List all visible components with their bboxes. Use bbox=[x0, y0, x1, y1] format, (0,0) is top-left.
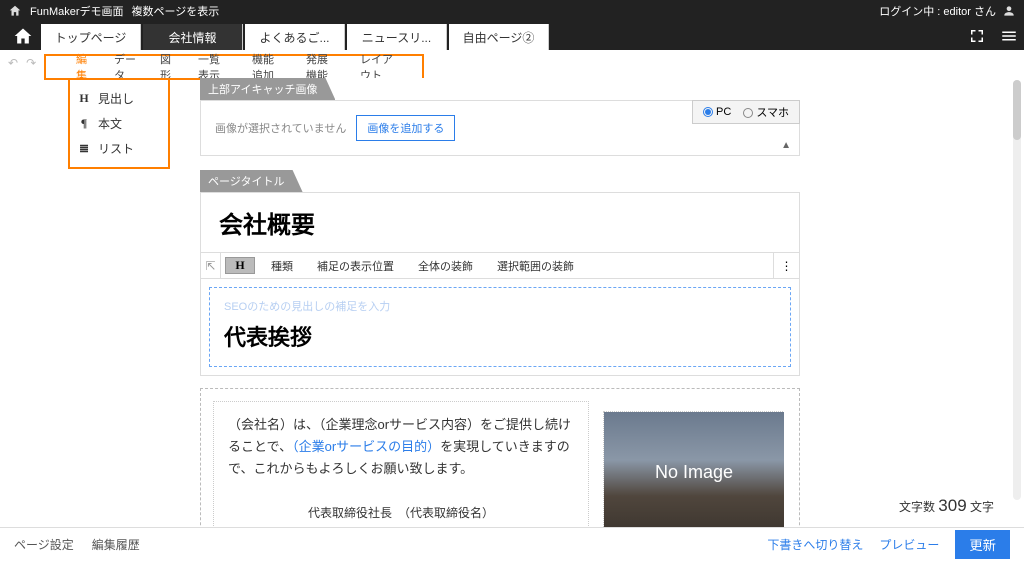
nav-row: トップページ 会社情報 よくあるご... ニュースリ... 自由ページ② bbox=[0, 22, 1024, 50]
radio-icon bbox=[703, 107, 713, 117]
device-pc-label: PC bbox=[716, 106, 731, 118]
app-subtitle: 複数ページを表示 bbox=[132, 3, 220, 19]
preview-button[interactable]: プレビュー bbox=[879, 536, 939, 553]
submenu: 編集 データ 図形 一覧表示 機能追加 発展機能 レイアウト bbox=[44, 54, 424, 80]
fullscreen-icon bbox=[968, 27, 986, 45]
body-block: （会社名）は、（企業理念orサービス内容）をご提供し続けることで、（企業orサー… bbox=[200, 388, 800, 527]
insert-label: リスト bbox=[98, 140, 134, 157]
bottom-bar: ページ設定 編集履歴 下書きへ切り替え プレビュー 更新 bbox=[0, 527, 1024, 561]
char-count: 文字数 309 文字 bbox=[899, 496, 994, 516]
heading-type-button[interactable]: H bbox=[225, 257, 255, 274]
body-footer: 代表取締役社長 （代表取締役名） bbox=[228, 480, 574, 521]
redo-button[interactable]: ↷ bbox=[26, 56, 36, 70]
tab-free-page[interactable]: 自由ページ② bbox=[449, 24, 549, 50]
topbar: FunMakerデモ画面 複数ページを表示 ログイン中 : editor さん bbox=[0, 0, 1024, 22]
no-image-text: No Image bbox=[655, 462, 733, 483]
image-box[interactable]: No Image デモ bbox=[603, 411, 783, 527]
tab-label: よくあるご... bbox=[259, 29, 329, 46]
heading-opt-overall[interactable]: 全体の装飾 bbox=[406, 253, 485, 278]
app-title: FunMakerデモ画面 bbox=[30, 3, 124, 19]
tab-top-page[interactable]: トップページ bbox=[41, 24, 141, 50]
insert-list[interactable]: ≣ リスト bbox=[78, 136, 160, 161]
heading-opt-selection[interactable]: 選択範囲の装飾 bbox=[485, 253, 586, 278]
eyecatch-title: 上部アイキャッチ画像 bbox=[200, 78, 335, 100]
heading-value[interactable]: 代表挨拶 bbox=[224, 320, 776, 352]
home-icon bbox=[13, 26, 33, 46]
page-title-label: ページタイトル bbox=[200, 170, 303, 192]
history-buttons: ↶ ↷ bbox=[8, 56, 36, 70]
device-sp[interactable]: スマホ bbox=[743, 104, 789, 120]
paragraph-icon: ¶ bbox=[78, 116, 90, 131]
menu-button[interactable] bbox=[1000, 27, 1018, 45]
undo-button[interactable]: ↶ bbox=[8, 56, 18, 70]
eyecatch-empty-text: 画像が選択されていません bbox=[215, 120, 346, 136]
tab-news[interactable]: ニュースリ... bbox=[347, 24, 447, 50]
collapse-caret-icon[interactable]: ▲ bbox=[781, 140, 791, 151]
radio-icon bbox=[743, 108, 753, 118]
tab-label: 自由ページ② bbox=[463, 29, 535, 46]
insert-body[interactable]: ¶ 本文 bbox=[78, 111, 160, 136]
page-title-value[interactable]: 会社概要 bbox=[219, 205, 781, 240]
char-count-value: 309 bbox=[938, 496, 966, 515]
home-button[interactable] bbox=[6, 22, 40, 50]
insert-heading[interactable]: H 見出し bbox=[78, 86, 160, 111]
tab-label: 会社情報 bbox=[168, 29, 216, 46]
page-title-panel: ページタイトル 会社概要 ⇱ H 種類 補足の表示位置 全体の装飾 選択範囲の装… bbox=[200, 170, 800, 527]
no-image-placeholder: No Image bbox=[604, 412, 784, 527]
heading-body[interactable]: SEOのための見出しの補足を入力 代表挨拶 bbox=[209, 287, 791, 367]
tab-faq[interactable]: よくあるご... bbox=[245, 24, 345, 50]
body-text[interactable]: （会社名）は、（企業理念orサービス内容）をご提供し続けることで、（企業orサー… bbox=[228, 414, 574, 480]
heading-block: ⇱ H 種類 補足の表示位置 全体の装飾 選択範囲の装飾 ⋮ SEOのための見出… bbox=[200, 253, 800, 376]
heading-more-button[interactable]: ⋮ bbox=[773, 253, 799, 278]
tab-label: ニュースリ... bbox=[362, 29, 431, 46]
home-mini-icon bbox=[8, 4, 22, 18]
device-toggle: PC スマホ bbox=[692, 100, 800, 124]
page-tabs: トップページ 会社情報 よくあるご... ニュースリ... 自由ページ② bbox=[40, 22, 550, 50]
hamburger-icon bbox=[1000, 27, 1018, 45]
list-icon: ≣ bbox=[78, 141, 90, 156]
seo-hint-placeholder: SEOのための見出しの補足を入力 bbox=[224, 298, 776, 314]
insert-label: 見出し bbox=[98, 90, 134, 107]
device-sp-label: スマホ bbox=[756, 107, 789, 119]
body-text-container[interactable]: （会社名）は、（企業理念orサービス内容）をご提供し続けることで、（企業orサー… bbox=[213, 401, 589, 527]
heading-opt-kind[interactable]: 種類 bbox=[259, 253, 305, 278]
scroll-thumb[interactable] bbox=[1013, 80, 1021, 140]
fullscreen-button[interactable] bbox=[968, 27, 986, 45]
switch-draft-button[interactable]: 下書きへ切り替え bbox=[767, 536, 863, 553]
add-image-button[interactable]: 画像を追加する bbox=[356, 115, 455, 141]
heading-opt-subpos[interactable]: 補足の表示位置 bbox=[305, 253, 406, 278]
insert-panel: H 見出し ¶ 本文 ≣ リスト bbox=[68, 78, 170, 169]
tab-label: トップページ bbox=[55, 29, 127, 46]
goto-up-icon[interactable]: ⇱ bbox=[201, 253, 221, 278]
scrollbar[interactable] bbox=[1013, 80, 1021, 500]
body-text-link[interactable]: （企業orサービスの目的） bbox=[292, 439, 440, 454]
update-button[interactable]: 更新 bbox=[955, 530, 1010, 559]
eyecatch-panel: 上部アイキャッチ画像 画像が選択されていません 画像を追加する PC スマホ ▲ bbox=[200, 78, 800, 156]
edit-history-button[interactable]: 編集履歴 bbox=[92, 536, 140, 553]
heading-toolbar: ⇱ H 種類 補足の表示位置 全体の装飾 選択範囲の装飾 ⋮ bbox=[201, 253, 799, 279]
insert-label: 本文 bbox=[98, 115, 122, 132]
heading-icon: H bbox=[78, 91, 90, 106]
char-count-prefix: 文字数 bbox=[899, 500, 938, 514]
char-count-suffix: 文字 bbox=[967, 500, 994, 514]
page-settings-button[interactable]: ページ設定 bbox=[14, 536, 74, 553]
user-icon[interactable] bbox=[1002, 4, 1016, 18]
device-pc[interactable]: PC bbox=[703, 106, 731, 118]
tab-company-info[interactable]: 会社情報 bbox=[143, 24, 243, 50]
login-label: ログイン中 : editor さん bbox=[879, 3, 996, 19]
